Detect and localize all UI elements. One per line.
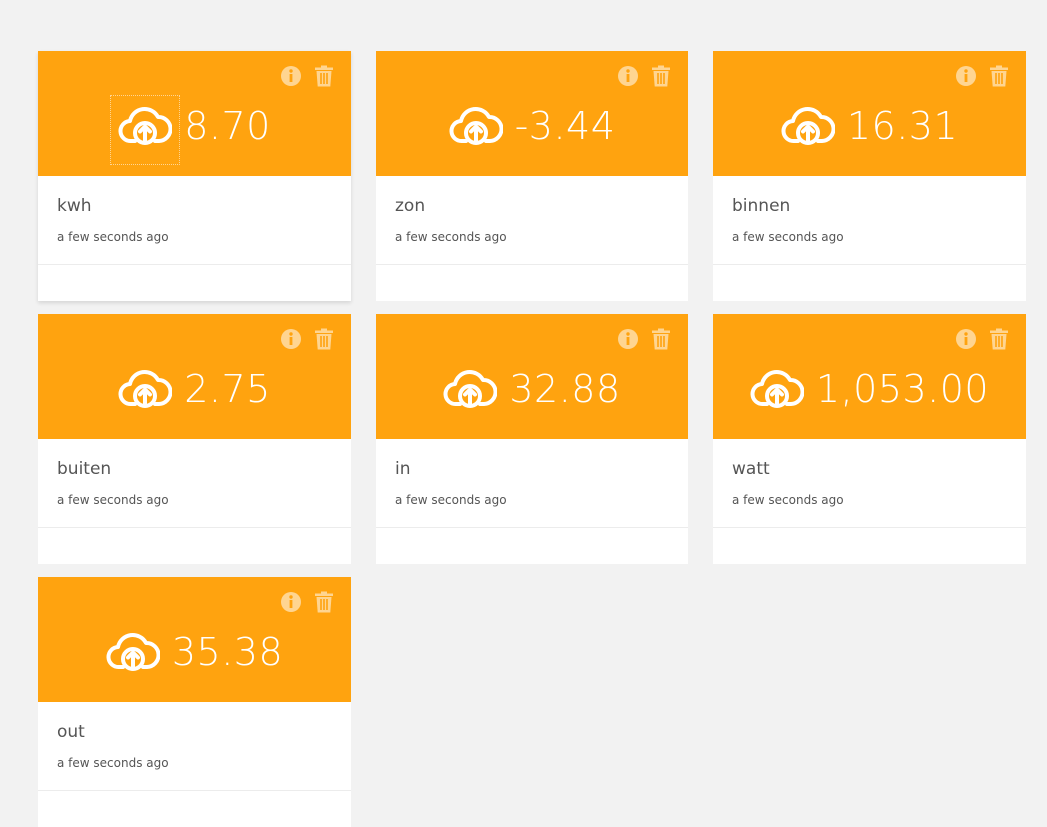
info-icon[interactable] bbox=[617, 328, 639, 350]
tile-value-row: 35.38 bbox=[106, 630, 283, 674]
tile-body: out a few seconds ago bbox=[38, 702, 351, 791]
tile-label: zon bbox=[395, 196, 426, 216]
cloud-upload-icon[interactable] bbox=[781, 106, 836, 146]
tile-label: binnen bbox=[732, 196, 791, 216]
tile-timestamp: a few seconds ago bbox=[395, 230, 507, 244]
tile-body: in a few seconds ago bbox=[376, 439, 688, 528]
tile-body: watt a few seconds ago bbox=[713, 439, 1026, 528]
tile-header: 35.38 bbox=[38, 577, 351, 702]
tile-value-row: 2.75 bbox=[118, 367, 271, 411]
tile-label: out bbox=[57, 722, 85, 742]
tile-actions bbox=[955, 65, 1009, 87]
tile-label: buiten bbox=[57, 459, 112, 479]
cloud-upload-icon[interactable] bbox=[750, 369, 805, 409]
info-icon[interactable] bbox=[280, 328, 302, 350]
info-icon[interactable] bbox=[955, 328, 977, 350]
tile-footer bbox=[376, 528, 688, 564]
info-icon[interactable] bbox=[955, 65, 977, 87]
tile-header: 8.70 bbox=[38, 51, 351, 176]
tile-value: 8.70 bbox=[184, 103, 271, 148]
tile-value: 2.75 bbox=[184, 366, 271, 411]
tile-footer bbox=[713, 528, 1026, 564]
tile-grid: 8.70 kwh a few seconds ago -3.44 zon a f… bbox=[38, 51, 1026, 827]
tile-header: -3.44 bbox=[376, 51, 688, 176]
info-icon[interactable] bbox=[280, 591, 302, 613]
tile-footer bbox=[38, 265, 351, 301]
trash-icon[interactable] bbox=[314, 328, 334, 350]
tile-header: 32.88 bbox=[376, 314, 688, 439]
tile-binnen[interactable]: 16.31 binnen a few seconds ago bbox=[713, 51, 1026, 301]
tile-timestamp: a few seconds ago bbox=[57, 756, 169, 770]
tile-value: 1,053.00 bbox=[815, 366, 990, 411]
tile-timestamp: a few seconds ago bbox=[732, 493, 844, 507]
tile-actions bbox=[280, 328, 334, 350]
tile-timestamp: a few seconds ago bbox=[395, 493, 507, 507]
tile-timestamp: a few seconds ago bbox=[732, 230, 844, 244]
tile-body: zon a few seconds ago bbox=[376, 176, 688, 265]
tile-out[interactable]: 35.38 out a few seconds ago bbox=[38, 577, 351, 827]
tile-value-row: 8.70 bbox=[110, 94, 271, 165]
tile-footer bbox=[38, 791, 351, 827]
cloud-upload-icon[interactable] bbox=[106, 632, 161, 672]
tile-zon[interactable]: -3.44 zon a few seconds ago bbox=[376, 51, 688, 301]
trash-icon[interactable] bbox=[651, 328, 671, 350]
tile-label: in bbox=[395, 459, 411, 479]
trash-icon[interactable] bbox=[989, 65, 1009, 87]
cloud-upload-icon[interactable] bbox=[118, 369, 173, 409]
trash-icon[interactable] bbox=[989, 328, 1009, 350]
tile-value-row: 32.88 bbox=[443, 367, 620, 411]
tile-actions bbox=[955, 328, 1009, 350]
tile-timestamp: a few seconds ago bbox=[57, 493, 169, 507]
tile-value: -3.44 bbox=[514, 103, 616, 148]
tile-value: 35.38 bbox=[171, 629, 284, 674]
tile-body: kwh a few seconds ago bbox=[38, 176, 351, 265]
tile-timestamp: a few seconds ago bbox=[57, 230, 169, 244]
tile-actions bbox=[617, 65, 671, 87]
tile-footer bbox=[38, 528, 351, 564]
tile-footer bbox=[713, 265, 1026, 301]
tile-label: watt bbox=[732, 459, 770, 479]
trash-icon[interactable] bbox=[314, 65, 334, 87]
cloud-upload-icon[interactable] bbox=[449, 106, 504, 146]
tile-header: 1,053.00 bbox=[713, 314, 1026, 439]
tile-label: kwh bbox=[57, 196, 92, 216]
tile-in[interactable]: 32.88 in a few seconds ago bbox=[376, 314, 688, 564]
tile-actions bbox=[280, 65, 334, 87]
tile-kwh[interactable]: 8.70 kwh a few seconds ago bbox=[38, 51, 351, 301]
tile-header: 16.31 bbox=[713, 51, 1026, 176]
cloud-upload-icon[interactable] bbox=[443, 369, 498, 409]
tile-footer bbox=[376, 265, 688, 301]
cloud-upload-icon[interactable] bbox=[110, 94, 181, 165]
tile-buiten[interactable]: 2.75 buiten a few seconds ago bbox=[38, 314, 351, 564]
tile-value: 16.31 bbox=[846, 103, 959, 148]
trash-icon[interactable] bbox=[651, 65, 671, 87]
tile-value-row: 16.31 bbox=[781, 104, 958, 148]
info-icon[interactable] bbox=[617, 65, 639, 87]
tile-value: 32.88 bbox=[509, 366, 621, 411]
tile-body: binnen a few seconds ago bbox=[713, 176, 1026, 265]
tile-watt[interactable]: 1,053.00 watt a few seconds ago bbox=[713, 314, 1026, 564]
tile-value-row: -3.44 bbox=[449, 104, 616, 148]
info-icon[interactable] bbox=[280, 65, 302, 87]
tile-value-row: 1,053.00 bbox=[750, 367, 989, 411]
tile-body: buiten a few seconds ago bbox=[38, 439, 351, 528]
trash-icon[interactable] bbox=[314, 591, 334, 613]
tile-actions bbox=[280, 591, 334, 613]
tile-actions bbox=[617, 328, 671, 350]
tile-header: 2.75 bbox=[38, 314, 351, 439]
